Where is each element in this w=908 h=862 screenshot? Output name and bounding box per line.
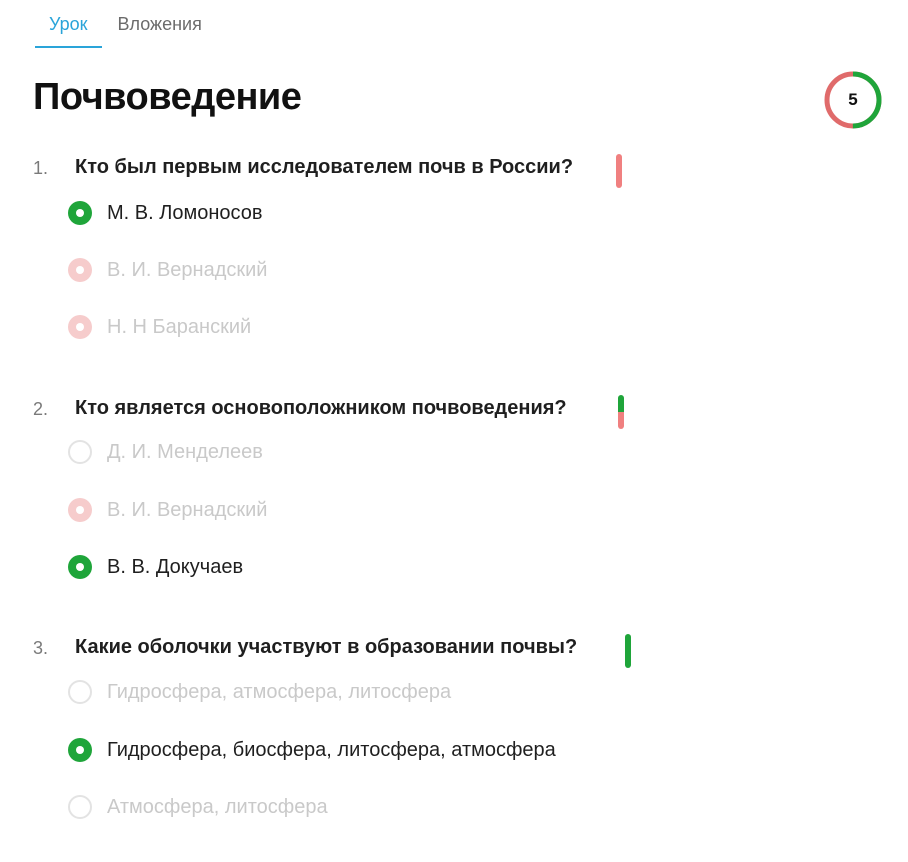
radio-icon[interactable] [68, 498, 92, 522]
answer-label: В. В. Докучаев [107, 555, 244, 578]
answer-option[interactable]: Д. И. Менделеев [68, 438, 263, 466]
page-title: Почвоведение [33, 76, 302, 118]
question-number: 1. [33, 158, 49, 178]
tab-lesson[interactable]: Урок [35, 0, 102, 48]
radio-icon[interactable] [68, 738, 92, 762]
answer-option[interactable]: В. В. Докучаев [68, 553, 243, 581]
radio-icon[interactable] [68, 315, 92, 339]
question-header: 3. Какие оболочки участвуют в образовани… [0, 634, 908, 668]
score-value: 5 [848, 90, 858, 109]
radio-icon[interactable] [68, 680, 92, 704]
question-number: 2. [33, 399, 49, 419]
answer-label: Атмосфера, литосфера [107, 795, 328, 818]
radio-icon[interactable] [68, 258, 92, 282]
radio-icon[interactable] [68, 795, 92, 819]
answer-label: Гидросфера, атмосфера, литосфера [107, 680, 452, 703]
question-1: 1. Кто был первым исследователем почв в … [0, 154, 908, 339]
answer-option[interactable]: В. И. Вернадский [68, 256, 267, 284]
answer-label: В. И. Вернадский [107, 258, 268, 281]
lesson-tabs: Урок Вложения [35, 0, 218, 50]
question-text: Какие оболочки участвуют в образовании п… [75, 636, 578, 658]
radio-icon[interactable] [68, 201, 92, 225]
answer-label: Д. И. Менделеев [107, 440, 263, 463]
tab-attachments[interactable]: Вложения [102, 0, 218, 48]
question-2: 2. Кто является основоположником почвове… [0, 395, 908, 579]
answer-option[interactable]: М. В. Ломоносов [68, 199, 263, 227]
answer-label: Н. Н Баранский [107, 315, 252, 338]
answer-option[interactable]: Гидросфера, биосфера, литосфера, атмосфе… [68, 736, 556, 764]
score-indicator: 5 [823, 70, 883, 130]
question-result-bar [616, 154, 622, 188]
radio-icon[interactable] [68, 440, 92, 464]
question-text: Кто является основоположником почвоведен… [75, 397, 567, 419]
radio-icon[interactable] [68, 555, 92, 579]
answer-option[interactable]: Атмосфера, литосфера [68, 793, 328, 821]
question-text: Кто был первым исследователем почв в Рос… [75, 156, 574, 178]
answer-option[interactable]: Гидросфера, атмосфера, литосфера [68, 678, 451, 706]
question-3: 3. Какие оболочки участвуют в образовани… [0, 634, 908, 819]
question-header: 1. Кто был первым исследователем почв в … [0, 154, 908, 188]
answer-label: В. И. Вернадский [107, 498, 268, 521]
question-header: 2. Кто является основоположником почвове… [0, 395, 908, 429]
question-result-bar [618, 395, 624, 429]
answer-label: Гидросфера, биосфера, литосфера, атмосфе… [107, 738, 556, 761]
answer-label: М. В. Ломоносов [107, 201, 263, 224]
question-number: 3. [33, 638, 49, 658]
question-result-bar [625, 634, 631, 668]
answer-option[interactable]: Н. Н Баранский [68, 313, 251, 341]
answer-option[interactable]: В. И. Вернадский [68, 496, 267, 524]
